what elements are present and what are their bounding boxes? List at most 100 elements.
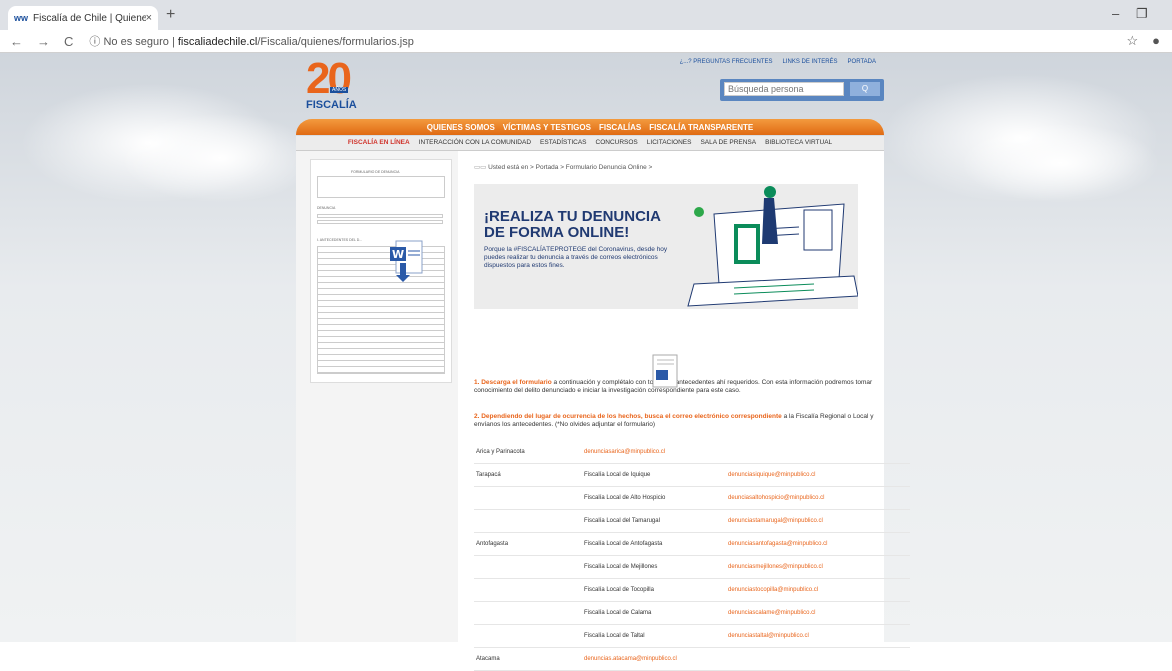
email-link[interactable]: denunciasmejillones@minpublico.cl xyxy=(726,555,910,579)
email-link[interactable]: denuncias.atacama@minpublico.cl xyxy=(582,647,910,671)
office-cell: Fiscalía Local de Mejillones xyxy=(582,555,726,579)
region-cell xyxy=(474,509,582,533)
subnav-sala-prensa[interactable]: SALA DE PRENSA xyxy=(700,136,756,150)
email-link[interactable]: denunciasarica@minpublico.cl xyxy=(582,441,910,464)
step-2-text: 2. Dependiendo del lugar de ocurrencia d… xyxy=(474,413,874,428)
table-row: Antofagasta Fiscalía Local de Antofagasta… xyxy=(474,532,910,556)
laptop-illustration xyxy=(687,186,858,307)
email-link[interactable]: denunciasiquique@minpublico.cl xyxy=(726,463,910,487)
office-cell: Fiscalía Local de Alto Hospicio xyxy=(582,486,726,510)
region-cell xyxy=(474,555,582,579)
sub-nav: FISCALÍA EN LÍNEA INTERACCIÓN CON LA COM… xyxy=(296,136,884,151)
url-field[interactable]: ⓘ No es seguro | fiscaliadechile.cl/Fisc… xyxy=(89,33,413,49)
main-nav: QUIENES SOMOS VÍCTIMAS Y TESTIGOS FISCAL… xyxy=(296,123,884,135)
new-tab-button[interactable]: + xyxy=(166,6,175,24)
region-cell xyxy=(474,486,582,510)
browser-tab[interactable]: ww Fiscalía de Chile | Quienes Somos × xyxy=(8,6,158,30)
bookmark-star-icon[interactable]: ☆ xyxy=(1126,33,1138,49)
office-cell: Fiscalía Local del Tamarugal xyxy=(582,509,726,533)
url-path: /Fiscalia/quienes/formularios.jsp xyxy=(257,36,414,48)
search-button[interactable]: Q xyxy=(850,82,880,96)
table-row: Fiscalía Local de Tocopilla denunciastoco… xyxy=(474,578,910,602)
address-bar: ← → C ⓘ No es seguro | fiscaliadechile.c… xyxy=(0,30,1172,53)
svg-text:W: W xyxy=(392,248,404,261)
nav-victimas[interactable]: VÍCTIMAS Y TESTIGOS xyxy=(503,123,591,135)
fiscalia-logo[interactable]: 20 AÑOS FISCALÍA xyxy=(306,57,370,117)
subnav-estadisticas[interactable]: ESTADÍSTICAS xyxy=(540,136,586,150)
banner-heading: ¡REALIZA TU DENUNCIA DE FORMA ONLINE! xyxy=(484,208,661,241)
search-box: Q xyxy=(720,79,884,101)
forward-arrow-icon[interactable]: → xyxy=(37,34,50,49)
minimize-button[interactable]: – xyxy=(1112,6,1119,21)
site-container: 20 AÑOS FISCALÍA ¿...? PREGUNTAS FRECUEN… xyxy=(296,53,910,671)
email-link[interactable]: denunciastamarugal@minpublico.cl xyxy=(726,509,910,533)
search-input[interactable] xyxy=(724,82,844,96)
form-title: FORMULARIO DE DENUNCIA xyxy=(351,170,400,174)
info-icon: ⓘ xyxy=(89,36,101,48)
table-row: Fiscalía Local de Calama denunciascalame@… xyxy=(474,601,910,625)
nav-transparente[interactable]: FISCALÍA TRANSPARENTE xyxy=(649,123,753,135)
right-column: ▭▭ Usted está en > Portada > Formulario … xyxy=(466,151,910,671)
email-link[interactable]: denunciastocopilla@minpublico.cl xyxy=(726,578,910,602)
home-link[interactable]: PORTADA xyxy=(848,59,876,65)
tab-title: Fiscalía de Chile | Quienes Somos xyxy=(33,12,146,24)
email-link[interactable]: denunciastaltal@minpublico.cl xyxy=(726,624,910,648)
subnav-interaccion[interactable]: INTERACCIÓN CON LA COMUNIDAD xyxy=(419,136,531,150)
reload-icon[interactable]: C xyxy=(64,34,73,49)
back-arrow-icon[interactable]: ← xyxy=(10,34,23,49)
logo-text: FISCALÍA xyxy=(306,99,357,111)
step-1-highlight[interactable]: 1. Descarga el formulario xyxy=(474,379,552,386)
table-row: Tarapacá Fiscalía Local de Iquique denunci… xyxy=(474,463,910,487)
covid-denuncia-banner: ¡REALIZA TU DENUNCIA DE FORMA ONLINE! Po… xyxy=(474,184,858,309)
word-document-icon[interactable]: W xyxy=(388,239,424,283)
office-cell: Fiscalía Local de Tocopilla xyxy=(582,578,726,602)
top-links: ¿...? PREGUNTAS FRECUENTES LINKS DE INTE… xyxy=(680,59,876,65)
profile-icon[interactable]: ● xyxy=(1152,33,1160,49)
office-cell: Fiscalía Local de Calama xyxy=(582,601,726,625)
form-section-denuncia: DENUNCIA xyxy=(317,206,336,210)
form-preview-image[interactable]: FORMULARIO DE DENUNCIA DENUNCIA I. ANTEC… xyxy=(310,159,452,383)
step-2-highlight: 2. Dependiendo del lugar de ocurrencia d… xyxy=(474,413,782,420)
region-cell xyxy=(474,624,582,648)
tab-bar: ww Fiscalía de Chile | Quienes Somos × +… xyxy=(0,0,1172,30)
download-form-icon[interactable] xyxy=(652,354,678,388)
banner-text: Porque la #FISCALÍAТEPROTEGE del Coronav… xyxy=(484,246,668,269)
table-row: Arica y Parinacota denunciasarica@minpubl… xyxy=(474,441,910,464)
logo-years: AÑOS xyxy=(330,87,349,93)
subnav-licitaciones[interactable]: LICITACIONES xyxy=(647,136,692,150)
table-row: Fiscalía Local del Tamarugal denunciastam… xyxy=(474,509,910,533)
office-cell: Fiscalía Local de Antofagasta xyxy=(582,532,726,556)
email-link[interactable]: deunciasaltohospicio@minpublico.cl xyxy=(726,486,910,510)
links-interest-link[interactable]: LINKS DE INTERÉS xyxy=(783,59,838,65)
faq-link[interactable]: ¿...? PREGUNTAS FRECUENTES xyxy=(680,59,773,65)
region-cell: Tarapacá xyxy=(474,463,582,487)
subnav-concursos[interactable]: CONCURSOS xyxy=(596,136,638,150)
security-label: No es seguro xyxy=(103,36,169,48)
maximize-button[interactable]: ❐ xyxy=(1136,6,1148,22)
site-favicon-icon: ww xyxy=(14,13,29,23)
nav-fiscalias[interactable]: FISCALÍAS xyxy=(599,123,641,135)
email-link[interactable]: denunciascalame@minpublico.cl xyxy=(726,601,910,625)
region-cell: Arica y Parinacota xyxy=(474,441,582,464)
logo-number: 20 xyxy=(306,54,352,103)
table-row: Atacama denuncias.atacama@minpublico.cl xyxy=(474,647,910,671)
table-row: Fiscalía Local de Mejillones denunciasmej… xyxy=(474,555,910,579)
nav-quienes-somos[interactable]: QUIENES SOMOS xyxy=(427,123,495,135)
email-directory-table: Arica y Parinacota denunciasarica@minpubl… xyxy=(474,441,910,671)
region-cell: Antofagasta xyxy=(474,532,582,556)
office-cell: Fiscalía Local de Taltal xyxy=(582,624,726,648)
office-cell: Fiscalía Local de Iquique xyxy=(582,463,726,487)
form-section-antecedentes: I. ANTECEDENTES DEL D... xyxy=(317,238,363,242)
table-row: Fiscalía Local de Taltal denunciastaltal@… xyxy=(474,624,910,648)
url-host: fiscaliadechile.cl xyxy=(177,36,258,48)
tab-close-icon[interactable]: × xyxy=(146,12,152,24)
region-cell xyxy=(474,601,582,625)
email-link[interactable]: denunciasantofagasta@minpublico.cl xyxy=(726,532,910,556)
content-area: FORMULARIO DE DENUNCIA DENUNCIA I. ANTEC… xyxy=(296,151,910,671)
breadcrumb-icon: ▭▭ xyxy=(474,164,487,171)
table-row: Fiscalía Local de Alto Hospicio deunciasa… xyxy=(474,486,910,510)
region-cell xyxy=(474,578,582,602)
subnav-biblioteca[interactable]: BIBLIOTECA VIRTUAL xyxy=(765,136,832,150)
left-column: FORMULARIO DE DENUNCIA DENUNCIA I. ANTEC… xyxy=(296,151,458,642)
subnav-fiscalia-en-linea[interactable]: FISCALÍA EN LÍNEA xyxy=(348,136,410,150)
